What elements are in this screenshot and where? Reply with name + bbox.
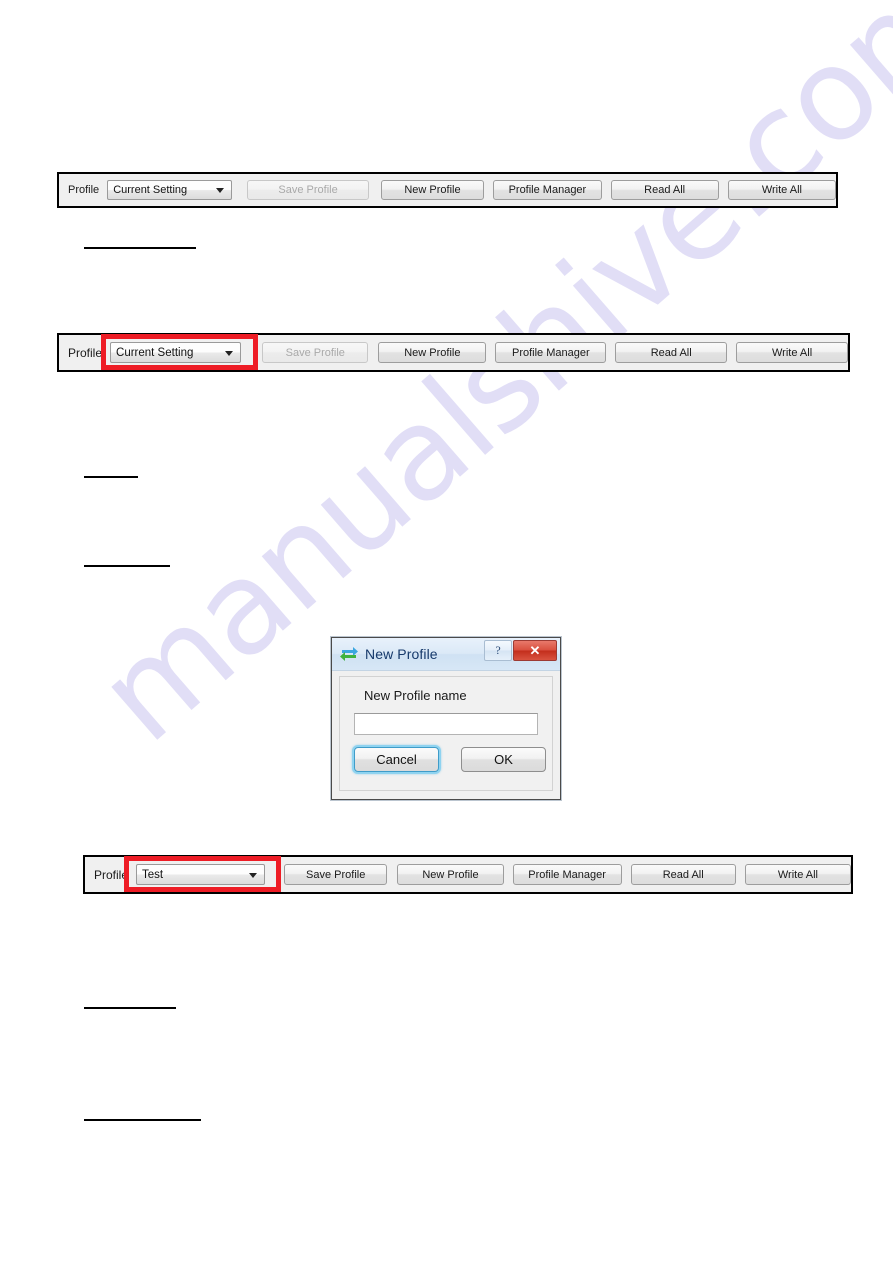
sync-arrows-icon (339, 645, 359, 663)
profile-manager-button-bottom[interactable]: Profile Manager (512, 864, 622, 885)
chevron-down-icon (216, 188, 225, 193)
write-all-button-bottom[interactable]: Write All (744, 864, 852, 885)
dialog-titlebar[interactable]: New Profile ? ✕ (332, 638, 560, 671)
dialog-window-buttons: ? ✕ (484, 640, 557, 661)
rule-1 (84, 247, 196, 249)
profile-combo-value-middle: Current Setting (116, 346, 194, 359)
save-profile-button-top[interactable]: Save Profile (247, 180, 369, 200)
save-profile-button-bottom[interactable]: Save Profile (284, 864, 388, 885)
profile-combo-value-top: Current Setting (113, 184, 188, 196)
rule-3 (84, 565, 170, 567)
dialog-title: New Profile (365, 646, 438, 662)
profile-label-top: Profile (68, 184, 100, 196)
new-profile-button-bottom[interactable]: New Profile (397, 864, 504, 885)
profile-toolbar-middle: Profile Current Setting Save Profile New… (57, 333, 850, 372)
profile-label-middle: Profile (68, 345, 103, 360)
read-all-button-top[interactable]: Read All (610, 180, 719, 200)
profile-combo-top[interactable]: Current Setting (107, 180, 233, 200)
profile-combo-bottom[interactable]: Test (136, 864, 266, 885)
dialog-body: New Profile name Cancel OK (339, 676, 553, 791)
read-all-button-middle[interactable]: Read All (615, 342, 728, 363)
new-profile-name-label: New Profile name (364, 688, 467, 703)
write-all-button-middle[interactable]: Write All (736, 342, 848, 363)
rule-5 (84, 1119, 201, 1121)
read-all-button-bottom[interactable]: Read All (630, 864, 736, 885)
new-profile-dialog: New Profile ? ✕ New Profile name Cancel … (331, 637, 561, 800)
new-profile-button-top[interactable]: New Profile (380, 180, 485, 200)
cancel-button[interactable]: Cancel (354, 747, 439, 772)
profile-toolbar-bottom: Profile Test Save Profile New Profile Pr… (83, 855, 853, 894)
profile-manager-button-middle[interactable]: Profile Manager (495, 342, 607, 363)
help-icon[interactable]: ? (484, 640, 512, 661)
profile-combo-middle[interactable]: Current Setting (110, 342, 242, 363)
new-profile-button-middle[interactable]: New Profile (378, 342, 487, 363)
ok-button[interactable]: OK (461, 747, 546, 772)
profile-toolbar-top: Profile Current Setting Save Profile New… (57, 172, 838, 208)
save-profile-button-middle[interactable]: Save Profile (262, 342, 369, 363)
new-profile-name-input[interactable] (354, 713, 538, 735)
chevron-down-icon (249, 872, 258, 878)
write-all-button-top[interactable]: Write All (727, 180, 837, 200)
chevron-down-icon (225, 350, 234, 356)
rule-4 (84, 1007, 176, 1009)
rule-2 (84, 476, 138, 478)
profile-label-bottom: Profile (94, 867, 129, 882)
close-icon[interactable]: ✕ (513, 640, 557, 661)
profile-manager-button-top[interactable]: Profile Manager (493, 180, 602, 200)
profile-combo-value-bottom: Test (142, 868, 164, 881)
